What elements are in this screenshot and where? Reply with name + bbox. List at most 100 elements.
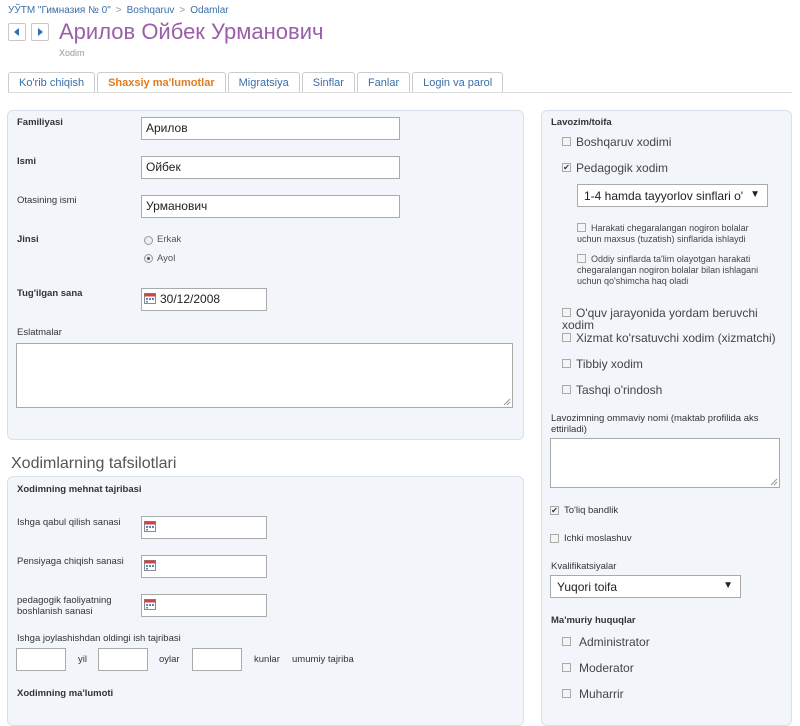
ism-input[interactable]: Ойбек	[141, 156, 400, 179]
months-input[interactable]	[98, 648, 148, 671]
person-role: Xodim	[59, 48, 85, 58]
kvalifikatsiya-select[interactable]: Yuqori toifa ▼	[550, 575, 741, 598]
pedagogik-label-line1: pedagogik faoliyatning	[17, 595, 112, 606]
tab-bar: Ko'rib chiqish Shaxsiy ma'lumotlar Migra…	[8, 72, 504, 93]
administrator-label: Administrator	[579, 635, 650, 649]
familiya-label: Familiyasi	[17, 117, 63, 128]
tab-divider	[8, 92, 792, 93]
ishga-date-input[interactable]	[141, 516, 267, 539]
pedagogik-label-line2: boshlanish sanasi	[17, 606, 93, 617]
days-input[interactable]	[192, 648, 242, 671]
radio-ayol-label: Ayol	[157, 253, 176, 264]
otasi-input[interactable]: Урманович	[141, 195, 400, 218]
checkbox-tashqi[interactable]	[562, 385, 571, 394]
pensiya-date-input[interactable]	[141, 555, 267, 578]
pedagogik-select[interactable]: 1-4 hamda tayyorlov sinflari o' ▼	[577, 184, 768, 207]
checkbox-xizmat[interactable]	[562, 333, 571, 342]
tab-login-va-parol[interactable]: Login va parol	[412, 72, 504, 93]
resize-grip-icon[interactable]	[502, 397, 511, 406]
checkbox-boshqaruv[interactable]	[562, 137, 571, 146]
pensiya-label: Pensiyaga chiqish sanasi	[17, 556, 124, 567]
checkbox-toliq-bandlik[interactable]: ✔	[550, 506, 559, 515]
ishga-label: Ishga qabul qilish sanasi	[17, 517, 121, 528]
page-title: Арилов Ойбек Урманович	[59, 19, 324, 44]
days-unit: kunlar	[254, 654, 280, 665]
arrow-left-icon	[14, 28, 19, 36]
years-unit: yil	[78, 654, 87, 665]
breadcrumb-odamlar[interactable]: Odamlar	[190, 5, 228, 16]
breadcrumb-boshqaruv[interactable]: Boshqaruv	[127, 5, 175, 16]
calendar-icon[interactable]	[144, 521, 156, 532]
xizmat-label: Xizmat ko'rsatuvchi xodim (xizmatchi)	[576, 331, 776, 345]
harakati-label-line2: uchun maxsus (tuzatish) sinflarida ishla…	[577, 234, 746, 244]
dropdown-arrow-icon: ▼	[723, 580, 733, 591]
checkbox-pedagogik[interactable]: ✔	[562, 163, 571, 172]
moderator-label: Moderator	[579, 661, 634, 675]
breadcrumb-school[interactable]: УЎТМ "Гимназия № 0"	[8, 5, 111, 16]
ommaviy-label-line2: ettiriladi)	[551, 424, 587, 435]
birth-label: Tug'ilgan sana	[17, 288, 83, 299]
oquv-label-line2: xodim	[562, 318, 595, 332]
oddiy-label-line1: Oddiy sinflarda ta'lim olayotgan harakat…	[591, 254, 751, 264]
tab-shaxsiy-malumotlar[interactable]: Shaxsiy ma'lumotlar	[97, 72, 226, 93]
tab-korib-chiqish[interactable]: Ko'rib chiqish	[8, 72, 96, 93]
checkbox-oquv[interactable]	[562, 308, 571, 317]
checkbox-harakati[interactable]	[577, 223, 586, 232]
familiya-input[interactable]: Арилов	[141, 117, 400, 140]
breadcrumb-separator: >	[179, 5, 186, 16]
radio-ayol[interactable]	[144, 254, 153, 263]
checkbox-ichki-moslashuv[interactable]	[550, 534, 559, 543]
jinsi-label: Jinsi	[17, 234, 39, 245]
total-experience-label: umumiy tajriba	[292, 654, 354, 665]
pedagogik-date-input[interactable]	[141, 594, 267, 617]
tab-sinflar[interactable]: Sinflar	[301, 72, 355, 93]
notes-label: Eslatmalar	[17, 327, 62, 338]
ommaviy-textarea[interactable]	[550, 438, 780, 488]
kvalifikatsiya-select-value: Yuqori toifa	[557, 580, 618, 594]
radio-erkak-label: Erkak	[157, 234, 182, 245]
oddiy-label-line2: chegaralangan nogiron bolalar bilan ishl…	[577, 265, 759, 275]
lavozim-title: Lavozim/toifa	[551, 117, 612, 128]
radio-erkak[interactable]	[144, 236, 153, 245]
years-input[interactable]	[16, 648, 66, 671]
mamuriy-title: Ma'muriy huquqlar	[551, 615, 636, 626]
calendar-icon[interactable]	[144, 560, 156, 571]
harakati-label-line1: Harakati chegaralangan nogiron bolalar	[591, 223, 749, 233]
checkbox-oddiy[interactable]	[577, 254, 586, 263]
breadcrumb-separator: >	[115, 5, 122, 16]
calendar-icon[interactable]	[144, 599, 156, 610]
muharrir-label: Muharrir	[579, 687, 624, 701]
resize-grip-icon[interactable]	[769, 477, 778, 486]
ism-label: Ismi	[17, 156, 37, 167]
otasi-label: Otasining ismi	[17, 195, 77, 206]
pedagogik-select-value: 1-4 hamda tayyorlov sinflari o'	[584, 189, 744, 203]
boshqaruv-label: Boshqaruv xodimi	[576, 135, 672, 149]
tibbiy-label: Tibbiy xodim	[576, 357, 643, 371]
dropdown-arrow-icon: ▼	[750, 189, 760, 200]
breadcrumb: УЎТМ "Гимназия № 0" > Boshqaruv > Odamlar	[8, 5, 229, 16]
next-button[interactable]	[31, 23, 49, 41]
notes-textarea[interactable]	[16, 343, 513, 408]
oquv-label-line1: O'quv jarayonida yordam beruvchi	[576, 306, 758, 320]
previous-button[interactable]	[8, 23, 26, 41]
oddiy-label-line3: uchun qo'shimcha haq oladi	[577, 276, 689, 286]
ichki-moslashuv-label: Ichki moslashuv	[564, 533, 632, 544]
pedagogik-label: Pedagogik xodim	[576, 161, 669, 175]
checkbox-administrator[interactable]	[562, 637, 571, 646]
malumot-label: Xodimning ma'lumoti	[17, 688, 114, 699]
mehnat-label: Xodimning mehnat tajribasi	[17, 484, 142, 495]
tab-migratsiya[interactable]: Migratsiya	[227, 72, 300, 93]
oldingi-label: Ishga joylashishdan oldingi ish tajribas…	[17, 633, 181, 644]
checkbox-moderator[interactable]	[562, 663, 571, 672]
arrow-right-icon	[38, 28, 43, 36]
tab-fanlar[interactable]: Fanlar	[356, 72, 411, 93]
toliq-bandlik-label: To'liq bandlik	[564, 505, 619, 516]
checkbox-tibbiy[interactable]	[562, 359, 571, 368]
details-section-title: Xodimlarning tafsilotlari	[11, 455, 177, 472]
ommaviy-label-line1: Lavozimning ommaviy nomi (maktab profili…	[551, 413, 759, 424]
calendar-icon[interactable]	[144, 293, 156, 304]
checkbox-muharrir[interactable]	[562, 689, 571, 698]
months-unit: oylar	[159, 654, 180, 665]
birth-date-input[interactable]: 30/12/2008	[141, 288, 267, 311]
kvalifikatsiya-label: Kvalifikatsiyalar	[551, 561, 617, 572]
